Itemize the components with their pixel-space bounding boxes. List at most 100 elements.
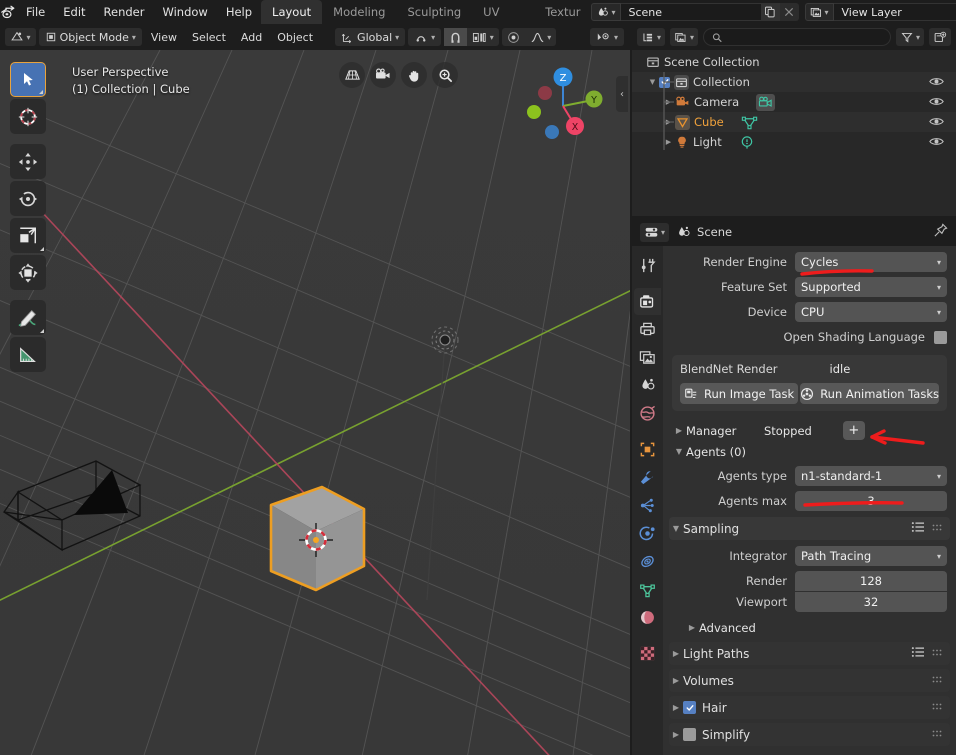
disclosure-triangle-icon[interactable]: ▼	[646, 78, 659, 86]
disclosure-triangle-icon[interactable]: ▶	[669, 676, 683, 685]
drag-grip-icon[interactable]	[932, 674, 944, 688]
workspace-tab-texture[interactable]: Textur	[534, 0, 591, 24]
workspace-tab-uv-editing[interactable]: UV Editing	[472, 0, 534, 43]
drag-grip-icon[interactable]	[932, 701, 944, 715]
visibility-eye-icon[interactable]	[929, 75, 944, 91]
render-engine-dropdown[interactable]: Cycles ▾	[795, 252, 947, 272]
visibility-eye-icon[interactable]	[929, 95, 944, 111]
viewport-canvas[interactable]	[0, 50, 630, 755]
x-close-icon[interactable]	[779, 3, 799, 21]
disclosure-triangle-icon[interactable]: ▶	[662, 118, 675, 126]
disclosure-triangle-icon[interactable]: ▶	[669, 730, 683, 739]
outliner-display-mode-icon[interactable]: ▾	[637, 28, 666, 46]
camera-data-icon[interactable]	[756, 93, 776, 111]
proportional-edit-icon[interactable]	[502, 28, 525, 46]
funnel-filter-icon[interactable]: ▾	[895, 28, 924, 46]
preset-list-icon[interactable]	[911, 646, 925, 661]
scale-tool[interactable]	[10, 218, 46, 253]
agents-max-field[interactable]: 3	[795, 491, 947, 511]
disclosure-triangle-icon[interactable]: ▼	[672, 447, 686, 456]
properties-tab-texture[interactable]	[634, 640, 661, 667]
viewport-menu-object[interactable]: Object	[271, 28, 319, 46]
measure-tool[interactable]	[10, 337, 46, 372]
properties-tab-scene[interactable]	[634, 372, 661, 399]
drag-grip-icon[interactable]	[932, 522, 944, 536]
properties-tab-modifier[interactable]	[634, 464, 661, 491]
properties-tab-object[interactable]	[634, 436, 661, 463]
menu-edit[interactable]: Edit	[54, 2, 94, 22]
outliner-row-collection[interactable]: ▼ Collection	[632, 72, 956, 92]
menu-window[interactable]: Window	[153, 2, 216, 22]
viewport-axis-gizmo[interactable]: Z Y X	[520, 60, 606, 146]
sampling-section-header[interactable]: ▼ Sampling	[669, 517, 950, 540]
drag-grip-icon[interactable]	[932, 728, 944, 742]
simplify-section-header[interactable]: ▶ Simplify	[669, 723, 950, 746]
rotate-tool[interactable]	[10, 181, 46, 216]
grid-perspective-icon[interactable]	[339, 62, 365, 88]
samples-viewport-field[interactable]: 32	[795, 592, 947, 612]
menu-file[interactable]: File	[17, 2, 54, 22]
outliner-search-input[interactable]	[727, 30, 882, 44]
properties-tab-view-layer[interactable]	[634, 344, 661, 371]
visibility-eye-icon[interactable]	[929, 135, 944, 151]
properties-tab-physics[interactable]	[634, 520, 661, 547]
outliner-row-scene-collection[interactable]: Scene Collection	[632, 52, 956, 72]
snap-dropdown[interactable]: ▾	[408, 28, 442, 46]
disclosure-triangle-icon[interactable]: ▼	[669, 524, 683, 533]
cursor-tool[interactable]	[10, 99, 46, 134]
pin-icon[interactable]	[933, 223, 948, 241]
editor-type-properties-icon[interactable]: ▾	[640, 222, 670, 242]
workspace-tab-modeling[interactable]: Modeling	[322, 0, 396, 24]
viewport-menu-select[interactable]: Select	[186, 28, 232, 46]
properties-tab-particles[interactable]	[634, 492, 661, 519]
view-layer-name-field[interactable]: View Layer	[833, 3, 956, 21]
light-paths-section-header[interactable]: ▶ Light Paths	[669, 642, 950, 665]
snap-target-icon[interactable]: ▾	[467, 28, 499, 46]
object-visibility-dropdown[interactable]: ▾	[589, 28, 624, 46]
outliner-row-light[interactable]: ▶ Light	[632, 132, 956, 152]
outliner-row-camera[interactable]: ▶ Camera	[632, 92, 956, 112]
disclosure-triangle-icon[interactable]: ▶	[672, 426, 686, 435]
drag-grip-icon[interactable]	[932, 647, 944, 661]
simplify-checkbox[interactable]	[683, 728, 696, 741]
annotate-tool[interactable]	[10, 300, 46, 335]
hand-icon[interactable]	[401, 62, 427, 88]
run-animation-tasks-button[interactable]: Run Animation Tasks	[800, 383, 939, 404]
new-collection-icon[interactable]	[929, 28, 951, 46]
editor-type-3dview-icon[interactable]: ▾	[5, 28, 36, 46]
proportional-falloff-group[interactable]: ▾	[501, 28, 557, 46]
run-image-task-button[interactable]: Run Image Task	[680, 383, 799, 404]
workspace-tab-layout[interactable]: Layout	[261, 0, 323, 24]
osl-checkbox[interactable]	[934, 330, 947, 344]
properties-tab-render[interactable]	[634, 288, 661, 315]
disclosure-triangle-icon[interactable]: ▶	[669, 649, 683, 658]
smooth-falloff-icon[interactable]: ▾	[525, 28, 557, 46]
viewport-sidebar-toggle-icon[interactable]: ‹	[616, 76, 628, 112]
feature-set-dropdown[interactable]: Supported ▾	[795, 277, 947, 297]
menu-render[interactable]: Render	[95, 2, 154, 22]
transform-orientation-dropdown[interactable]: Global ▾	[335, 28, 406, 46]
camera-icon[interactable]	[370, 62, 396, 88]
object-mode-dropdown[interactable]: Object Mode ▾	[38, 28, 142, 46]
scene-name-field[interactable]: Scene	[620, 3, 761, 21]
properties-tab-output[interactable]	[634, 316, 661, 343]
menu-help[interactable]: Help	[217, 2, 261, 22]
view-layer-icon[interactable]: ▾	[804, 3, 834, 21]
move-tool[interactable]	[10, 144, 46, 179]
light-data-icon[interactable]	[739, 135, 755, 150]
integrator-dropdown[interactable]: Path Tracing ▾	[795, 546, 947, 566]
transform-tool[interactable]	[10, 255, 46, 290]
workspace-tab-sculpting[interactable]: Sculpting	[396, 0, 472, 24]
hair-section-header[interactable]: ▶ Hair	[669, 696, 950, 719]
properties-tab-data[interactable]	[634, 576, 661, 603]
properties-tab-material[interactable]	[634, 604, 661, 631]
agents-header-row[interactable]: ▼ Agents (0)	[663, 441, 956, 462]
3d-viewport[interactable]: ▾ Object Mode ▾ View Select Add Object G…	[0, 24, 630, 755]
agents-type-dropdown[interactable]: n1-standard-1 ▾	[795, 466, 947, 486]
new-copy-icon[interactable]	[760, 3, 780, 21]
scene-icon[interactable]: ▾	[591, 3, 621, 21]
outliner-row-cube[interactable]: ▶ Cube	[632, 112, 956, 132]
samples-render-field[interactable]: 128	[795, 571, 947, 591]
properties-tab-tool[interactable]	[634, 252, 661, 279]
disclosure-triangle-icon[interactable]: ▶	[669, 703, 683, 712]
